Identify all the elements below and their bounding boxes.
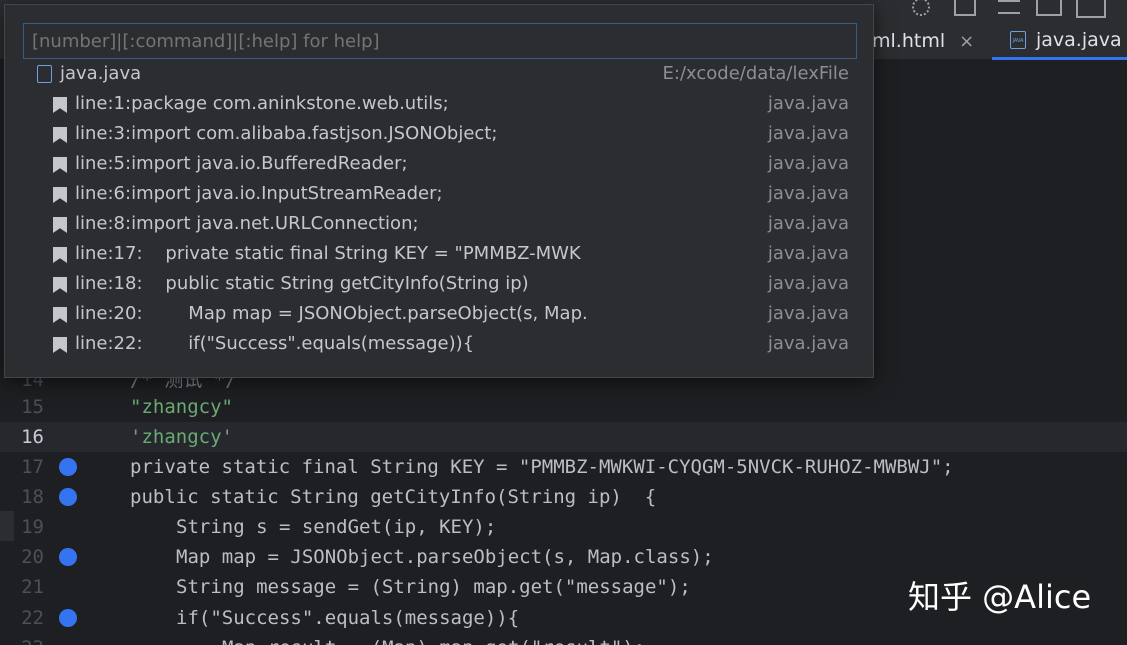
line-number: 20 — [21, 546, 44, 568]
file-name: java.java — [60, 63, 142, 84]
popup-list-item[interactable]: line:17: private static final String KEY… — [5, 239, 875, 269]
bookmark-file: java.java — [767, 303, 849, 324]
bookmark-icon — [53, 97, 67, 113]
bookmark-text: line:17: private static final String KEY… — [75, 243, 581, 264]
code-line[interactable]: 15 "zhangcy" — [0, 392, 1127, 422]
bookmark-icon — [53, 157, 67, 173]
bookmark-icon[interactable] — [59, 488, 77, 506]
line-number: 22 — [21, 607, 44, 629]
bookmark-text: line:20: Map map = JSONObject.parseObjec… — [75, 303, 588, 324]
popup-list-item[interactable]: line:22: if("Success".equals(message)){ … — [5, 329, 875, 359]
popup-list-item[interactable]: line:3:import com.alibaba.fastjson.JSONO… — [5, 119, 875, 149]
bookmark-text: line:3:import com.alibaba.fastjson.JSONO… — [75, 123, 498, 144]
bookmark-text: line:18: public static String getCityInf… — [75, 273, 529, 294]
line-number: 21 — [21, 576, 44, 598]
line-number: 15 — [21, 396, 44, 418]
line-text: public static String getCityInfo(String … — [130, 486, 657, 508]
bookmark-file: java.java — [767, 93, 849, 114]
bookmark-file: java.java — [767, 213, 849, 234]
bookmark-icon — [53, 337, 67, 353]
line-number: 17 — [21, 456, 44, 478]
bookmark-text: line:22: if("Success".equals(message)){ — [75, 333, 475, 354]
popup-list-item[interactable]: line:1:package com.aninkstone.web.utils;… — [5, 89, 875, 119]
popup-list-item[interactable]: line:20: Map map = JSONObject.parseObjec… — [5, 299, 875, 329]
code-line[interactable]: 18 public static String getCityInfo(Stri… — [0, 482, 1127, 512]
line-text: if("Success".equals(message)){ — [176, 607, 520, 629]
bookmark-icon — [53, 187, 67, 203]
list-icon[interactable] — [998, 0, 1020, 14]
code-line[interactable]: 19 String s = sendGet(ip, KEY); — [0, 512, 1127, 542]
structure-search-icon[interactable] — [954, 0, 976, 16]
bookmark-icon — [53, 127, 67, 143]
bookmark-icon — [53, 277, 67, 293]
font-icon[interactable] — [1076, 0, 1106, 18]
file-path: E:/xcode/data/lexFile — [662, 63, 849, 84]
code-line[interactable]: 20 Map map = JSONObject.parseObject(s, M… — [0, 542, 1127, 572]
bookmark-search-input[interactable] — [23, 23, 857, 59]
bookmark-icon[interactable] — [59, 458, 77, 476]
line-text: String s = sendGet(ip, KEY); — [176, 516, 497, 538]
bookmark-icon — [53, 217, 67, 233]
bookmark-icon[interactable] — [59, 548, 77, 566]
bookmark-text: line:8:import java.net.URLConnection; — [75, 213, 419, 234]
bookmark-file: java.java — [767, 183, 849, 204]
bookmark-icon[interactable] — [59, 609, 77, 627]
line-text: String message = (String) map.get("messa… — [176, 576, 691, 598]
refresh-icon[interactable] — [912, 0, 930, 16]
tab-java-file[interactable]: JAVA java.java — [992, 22, 1127, 60]
bookmark-text: line:1:package com.aninkstone.web.utils; — [75, 93, 449, 114]
find-icon[interactable] — [1036, 0, 1062, 16]
line-number: 23 — [14, 633, 44, 645]
bookmark-text: line:5:import java.io.BufferedReader; — [75, 153, 408, 174]
popup-file-row[interactable]: java.java E:/xcode/data/lexFile — [5, 59, 875, 89]
bookmark-icon — [53, 247, 67, 263]
bookmark-file: java.java — [767, 123, 849, 144]
line-text: Map result = (Map) map.get("result"); — [222, 633, 645, 645]
tab-label: ml.html — [872, 30, 946, 52]
bookmark-file: java.java — [767, 153, 849, 174]
bookmarks-popup: java.java E:/xcode/data/lexFile line:1:p… — [4, 4, 874, 378]
line-text: Map map = JSONObject.parseObject(s, Map.… — [176, 546, 714, 568]
popup-list-item[interactable]: line:18: public static String getCityInf… — [5, 269, 875, 299]
line-text: private static final String KEY = "PMMBZ… — [130, 456, 954, 478]
close-icon[interactable]: × — [959, 31, 974, 52]
line-number: 18 — [21, 486, 44, 508]
line-text: 'zhangcy' — [130, 426, 233, 448]
bookmark-file: java.java — [767, 333, 849, 354]
code-line-current[interactable]: 16 'zhangcy' — [0, 422, 1127, 452]
code-line[interactable]: 17 private static final String KEY = "PM… — [0, 452, 1127, 482]
java-file-icon — [37, 65, 52, 83]
line-text: "zhangcy" — [130, 396, 233, 418]
tab-html-file[interactable]: ml.html × — [868, 22, 990, 60]
code-line[interactable]: 23 Map result = (Map) map.get("result"); — [0, 633, 1127, 645]
tab-label: java.java — [1036, 28, 1122, 51]
line-number: 19 — [21, 516, 44, 538]
bookmark-file: java.java — [767, 243, 849, 264]
popup-list-item[interactable]: line:8:import java.net.URLConnection; ja… — [5, 209, 875, 239]
line-number: 16 — [21, 426, 44, 448]
bookmark-text: line:6:import java.io.InputStreamReader; — [75, 183, 443, 204]
java-file-icon: JAVA — [1010, 30, 1026, 49]
popup-list-item[interactable]: line:5:import java.io.BufferedReader; ja… — [5, 149, 875, 179]
bookmark-icon — [53, 307, 67, 323]
popup-list-item[interactable]: line:6:import java.io.InputStreamReader;… — [5, 179, 875, 209]
bookmark-file: java.java — [767, 273, 849, 294]
watermark: 知乎 @Alice — [908, 578, 1092, 616]
